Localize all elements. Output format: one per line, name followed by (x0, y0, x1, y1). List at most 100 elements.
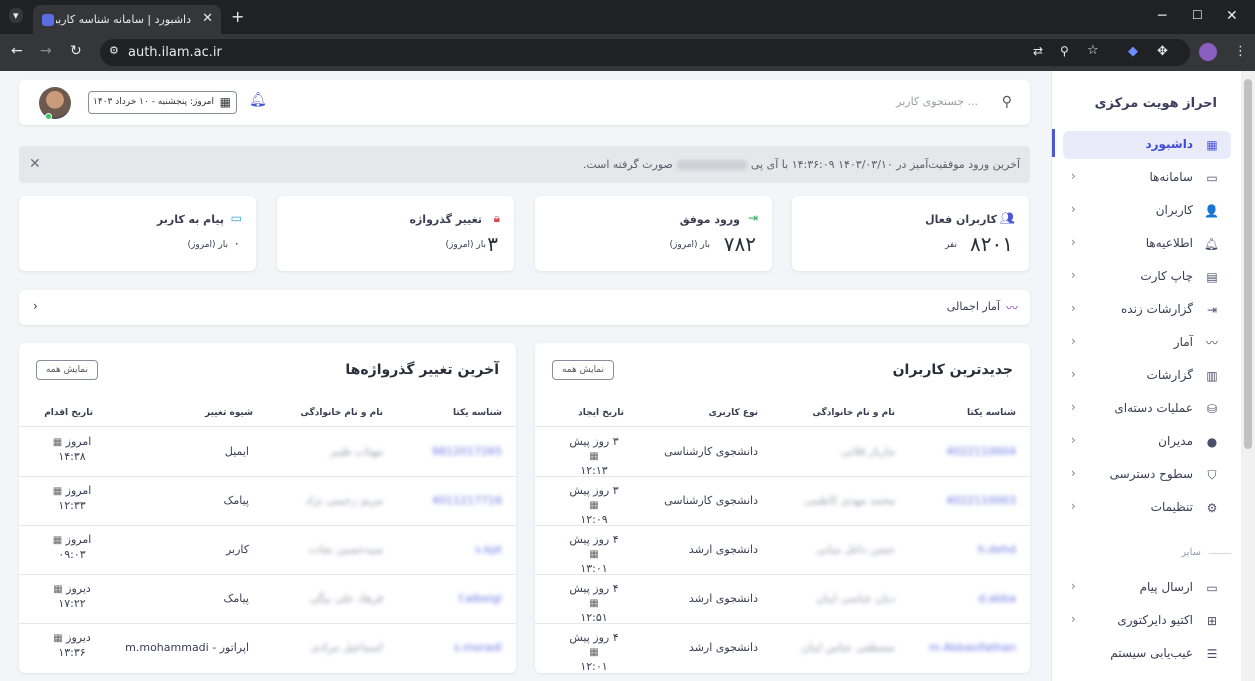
chevron-icon: ‹ (1071, 235, 1076, 249)
chevron-icon[interactable]: › (33, 299, 38, 313)
chevron-icon: ‹ (1071, 202, 1076, 216)
card-title: آخرین تغییر گذرواژه‌ها (345, 362, 499, 378)
site-info-icon[interactable]: ⚙ (109, 45, 119, 56)
maximize-icon[interactable]: ☐ (1192, 9, 1203, 21)
stat-unit: بار (امروز) (669, 240, 710, 250)
server-icon: ☰ (1206, 647, 1218, 661)
summary-stats-collapsible[interactable]: 〰 آمار اجمالی › (19, 290, 1030, 325)
time-text: ۱۳:۰۱ (580, 562, 608, 575)
user-id-link[interactable]: 4011217716 (432, 494, 502, 507)
tab-search-icon[interactable]: ▾ (9, 8, 23, 23)
user-id-link[interactable]: m.Abbasifathan (929, 641, 1016, 654)
chevron-icon: ‹ (1071, 466, 1076, 480)
user-id-link[interactable]: f.albeigi (459, 592, 502, 605)
user-name: محمد مهدی کاظمی (804, 494, 895, 507)
sidebar-item-reports[interactable]: ▥ گزارشات ‹ (1063, 362, 1231, 390)
column-header: تاریخ اقدام (44, 408, 93, 418)
sidebar-item-users[interactable]: 👤 کاربران ‹ (1063, 197, 1231, 225)
lock-icon: 🔒︎ (493, 211, 500, 225)
search-icon[interactable]: ⚲ (1002, 94, 1012, 110)
window-close-icon[interactable]: ✕ (1226, 9, 1238, 23)
search-input[interactable]: جستجوی کاربر ... (896, 95, 978, 108)
tab-title: داشبورد | سامانه شناسه کاربری یک (56, 13, 191, 26)
stat-card-successful-logins: ⇥ ورود موفق ۷۸۲ بار (امروز) (535, 196, 772, 271)
show-all-button[interactable]: نمایش همه (36, 360, 98, 380)
time-text: ۱۲:۵۱ (580, 611, 608, 624)
sidebar-item-diagnostics[interactable]: ☰ عیب‌یابی سیستم (1063, 640, 1231, 668)
extensions-puzzle-icon[interactable]: ✥ (1157, 45, 1168, 58)
zoom-icon[interactable]: ⚲ (1060, 45, 1069, 57)
chevron-icon: ‹ (1071, 367, 1076, 381)
date-text: امروز (65, 533, 92, 546)
sidebar-item-systems[interactable]: ▭ سامانه‌ها ‹ (1063, 164, 1231, 192)
user-id-link[interactable]: s.moradi (454, 641, 502, 654)
calendar-icon: ▦ (589, 647, 599, 658)
minimize-icon[interactable]: ─ (1158, 9, 1166, 23)
user-avatar[interactable] (39, 87, 71, 119)
close-tab-icon[interactable]: ✕ (202, 11, 213, 26)
user-id-link[interactable]: 4022110003 (946, 494, 1016, 507)
date-text: ۴ روز پیش (569, 533, 619, 546)
sidebar-item-label: عملیات دسته‌ای (1114, 401, 1193, 415)
sidebar-item-dashboard[interactable]: ▦ داشبورد (1063, 131, 1231, 159)
bookmark-star-icon[interactable]: ☆ (1087, 44, 1099, 57)
back-icon[interactable]: ← (11, 44, 23, 58)
user-id-link[interactable]: h.dehd (978, 543, 1016, 556)
sidebar-item-label: سطوح دسترسی (1109, 467, 1193, 481)
sidebar-item-stats[interactable]: 〰 آمار ‹ (1063, 329, 1231, 357)
time-text: ۱۲:۳۳ (58, 499, 86, 512)
sidebar-item-print-card[interactable]: ▤ چاپ کارت ‹ (1063, 263, 1231, 291)
alert-text-before: آخرین ورود موفقیت‌آمیز در ۱۴۰۳/۰۳/۱۰ ۱۴:… (750, 158, 1020, 171)
user-id-link[interactable]: 4022110004 (946, 445, 1016, 458)
new-tab-icon[interactable]: + (231, 9, 244, 25)
forward-icon[interactable]: → (40, 44, 52, 58)
date-text: ۴ روز پیش (569, 582, 619, 595)
table-header: شناسه یکتا نام و نام خانوادگی شیوه تغییر… (19, 403, 516, 427)
time-text: ۱۳:۳۶ (58, 646, 86, 659)
menu-icon[interactable]: ⋮ (1234, 45, 1247, 58)
user-id-link[interactable]: 9812017265 (432, 445, 502, 458)
sidebar-item-active-directory[interactable]: ⊞ اکتیو دایرکتوری ‹ (1063, 607, 1231, 635)
translate-icon[interactable]: ⇄ (1033, 45, 1043, 57)
sidebar-item-settings[interactable]: ⚙ تنظیمات ‹ (1063, 494, 1231, 522)
sidebar-item-label: اکتیو دایرکتوری (1117, 613, 1193, 627)
calendar-icon: ▦ (589, 451, 599, 462)
close-icon[interactable]: ✕ (29, 156, 41, 172)
calendar-icon: ▦ (53, 633, 63, 644)
card-title: جدیدترین کاربران (892, 362, 1013, 378)
user-name: مهتاب طیبر (330, 445, 383, 458)
show-all-button[interactable]: نمایش همه (552, 360, 614, 380)
sidebar-item-access-levels[interactable]: ⛉ سطوح دسترسی ‹ (1063, 461, 1231, 489)
user-id-link[interactable]: d.abba (978, 592, 1016, 605)
scroll-thumb[interactable] (1244, 79, 1252, 449)
id-card-icon: ▤ (1206, 270, 1218, 284)
notification-bell-icon[interactable]: 🔔︎ (249, 92, 267, 108)
window-icon: ▭ (1206, 171, 1218, 185)
user-id-link[interactable]: s.kpt (475, 543, 502, 556)
sidebar-item-bulk-ops[interactable]: ⛁ عملیات دسته‌ای ‹ (1063, 395, 1231, 423)
date-text: ۳ روز پیش (569, 435, 619, 448)
date-display: ▦ امروز: پنجشنبه - ۱۰ خرداد ۱۴۰۳ (88, 91, 237, 114)
sidebar-item-live-reports[interactable]: ⇥ گزارشات زنده ‹ (1063, 296, 1231, 324)
sidebar-item-send-message[interactable]: ▭ ارسال پیام ‹ (1063, 574, 1231, 602)
page-scrollbar[interactable] (1241, 71, 1255, 681)
user-type: دانشجوی کارشناسی (664, 445, 758, 458)
action-date: دیروز ▦ ۱۷:۲۲ (46, 582, 98, 611)
date-text: ۴ روز پیش (569, 631, 619, 644)
sidebar-item-admins[interactable]: ● مدیران ‹ (1063, 428, 1231, 456)
last-login-alert: آخرین ورود موفقیت‌آمیز در ۱۴۰۳/۰۳/۱۰ ۱۴:… (19, 146, 1030, 183)
time-text: ۱۲:۱۳ (580, 464, 608, 477)
sidebar: احراز هویت مرکزی ▦ داشبورد ▭ سامانه‌ها ‹… (1051, 71, 1241, 681)
action-date: امروز ▦ ۰۹:۰۳ (46, 533, 98, 562)
date-text: امروز (65, 435, 92, 448)
sidebar-brand: احراز هویت مرکزی (1094, 96, 1217, 111)
stat-card-active-users: 👥︎ کاربران فعال ۸۲۰۱ نفر (792, 196, 1029, 271)
user-name: اسماعیل مرادی (310, 641, 383, 654)
profile-avatar[interactable] (1199, 43, 1217, 61)
extension-icon[interactable]: ◆ (1128, 45, 1138, 58)
stat-unit: بار (امروز) (187, 240, 228, 250)
address-bar[interactable]: ⚙ auth.ilam.ac.ir ⇄ ⚲ ☆ (100, 39, 1190, 66)
sidebar-item-announcements[interactable]: 🔔︎ اطلاعیه‌ها ‹ (1063, 230, 1231, 258)
browser-tab[interactable]: داشبورد | سامانه شناسه کاربری یک ✕ (33, 5, 221, 34)
reload-icon[interactable]: ↻ (70, 44, 82, 58)
